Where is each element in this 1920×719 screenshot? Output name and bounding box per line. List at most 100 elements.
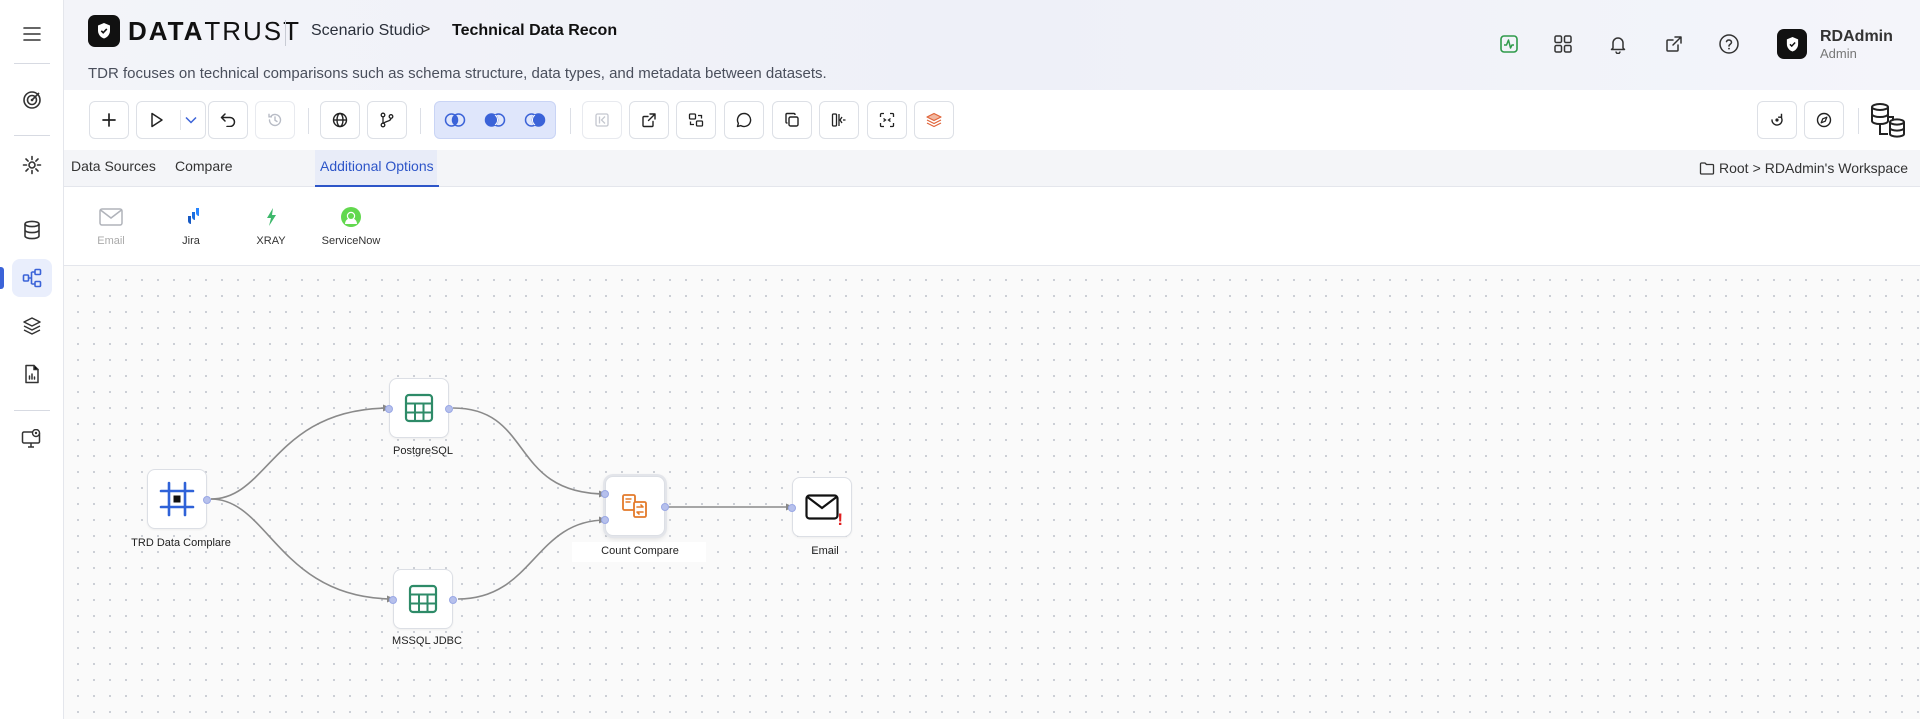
option-xray[interactable]: XRAY bbox=[241, 205, 301, 247]
option-label: Email bbox=[97, 235, 125, 247]
copy-button[interactable] bbox=[772, 101, 812, 139]
target-icon[interactable] bbox=[12, 81, 52, 119]
sidebar-divider bbox=[14, 410, 50, 411]
comment-button[interactable] bbox=[724, 101, 764, 139]
option-servicenow[interactable]: ServiceNow bbox=[321, 205, 381, 247]
brand-logo: DATATRUST bbox=[128, 16, 302, 46]
node-count-compare[interactable] bbox=[601, 476, 669, 536]
output-port[interactable] bbox=[445, 405, 453, 413]
node-label: Count Compare bbox=[601, 545, 679, 557]
left-sidebar bbox=[0, 0, 64, 719]
flow-canvas[interactable]: TRD Data Complare PostgreSQL MSSQL JDBC … bbox=[64, 266, 1920, 719]
app-header: DATATRUST Scenario Studio > Technical Da… bbox=[64, 0, 1920, 90]
node-mssql-jdbc[interactable] bbox=[389, 569, 457, 629]
input-port[interactable] bbox=[601, 516, 609, 524]
tab-compare[interactable]: Compare bbox=[175, 158, 233, 187]
page-description: TDR focuses on technical comparisons suc… bbox=[88, 65, 827, 82]
toolbar-divider bbox=[570, 108, 571, 134]
workspace-name[interactable]: RDAdmin's Workspace bbox=[1765, 160, 1908, 176]
edges-layer bbox=[210, 404, 794, 603]
compare-columns-button[interactable] bbox=[819, 101, 859, 139]
layers-stack-button[interactable] bbox=[914, 101, 954, 139]
compare-files-icon bbox=[622, 494, 647, 518]
option-label: Jira bbox=[182, 235, 200, 247]
undo-button[interactable] bbox=[208, 101, 248, 139]
input-port[interactable] bbox=[385, 405, 393, 413]
folder-icon bbox=[1699, 161, 1715, 175]
flow-icon[interactable] bbox=[0, 259, 52, 297]
help-icon[interactable] bbox=[1715, 30, 1743, 58]
right-join-icon[interactable] bbox=[521, 108, 549, 132]
history-button[interactable] bbox=[255, 101, 295, 139]
node-postgresql[interactable] bbox=[385, 378, 453, 438]
restore-button[interactable] bbox=[1757, 101, 1797, 139]
mail-icon bbox=[81, 205, 141, 229]
warning-badge: ! bbox=[837, 510, 843, 529]
join-type-group bbox=[434, 101, 556, 139]
first-page-button[interactable] bbox=[582, 101, 622, 139]
node-label: PostgreSQL bbox=[393, 445, 453, 457]
output-port[interactable] bbox=[661, 503, 669, 511]
table-icon bbox=[404, 393, 434, 423]
report-icon[interactable] bbox=[12, 355, 52, 393]
activity-icon[interactable] bbox=[1495, 30, 1523, 58]
header-divider bbox=[285, 20, 286, 46]
workspace-separator: > bbox=[1752, 160, 1761, 176]
tab-bar: Data Sources Compare Additional Options … bbox=[64, 150, 1920, 187]
add-button[interactable] bbox=[89, 101, 129, 139]
export-button[interactable] bbox=[629, 101, 669, 139]
settings-icon[interactable] bbox=[12, 146, 52, 184]
option-jira[interactable]: Jira bbox=[161, 205, 221, 247]
breadcrumb-scenario-studio[interactable]: Scenario Studio bbox=[311, 22, 424, 40]
monitor-icon[interactable] bbox=[12, 420, 52, 458]
menu-icon[interactable] bbox=[12, 15, 52, 53]
input-port[interactable] bbox=[788, 504, 796, 512]
shield-logo-icon bbox=[88, 15, 120, 47]
compass-button[interactable] bbox=[1804, 101, 1844, 139]
avatar[interactable] bbox=[1777, 29, 1807, 59]
jira-icon bbox=[161, 205, 221, 229]
table-icon bbox=[408, 584, 438, 614]
database-link-icon[interactable] bbox=[1866, 100, 1910, 142]
swap-button[interactable] bbox=[676, 101, 716, 139]
workspace-root[interactable]: Root bbox=[1719, 160, 1749, 176]
globe-button[interactable] bbox=[320, 101, 360, 139]
inner-join-icon[interactable] bbox=[441, 108, 469, 132]
page-title: Technical Data Recon bbox=[452, 22, 618, 39]
toolbar-divider bbox=[308, 108, 309, 134]
frame-icon bbox=[159, 481, 195, 517]
layers-icon[interactable] bbox=[12, 307, 52, 345]
input-port[interactable] bbox=[389, 596, 397, 604]
database-icon[interactable] bbox=[12, 211, 52, 249]
scan-button[interactable] bbox=[867, 101, 907, 139]
edge-postgresql-countcompare bbox=[452, 407, 607, 498]
xray-icon bbox=[241, 205, 301, 229]
edge-trd-postgresql bbox=[210, 404, 391, 500]
node-email[interactable]: ! bbox=[788, 477, 852, 537]
left-join-icon[interactable] bbox=[481, 108, 509, 132]
option-email[interactable]: Email bbox=[81, 205, 141, 247]
output-port[interactable] bbox=[203, 496, 211, 504]
mail-icon bbox=[805, 494, 839, 520]
node-label: Email bbox=[811, 545, 839, 557]
output-port[interactable] bbox=[449, 596, 457, 604]
node-label: TRD Data Complare bbox=[131, 537, 231, 549]
breadcrumb-separator: > bbox=[421, 21, 431, 38]
chevron-down-icon[interactable] bbox=[185, 116, 197, 124]
external-link-icon[interactable] bbox=[1660, 30, 1688, 58]
input-port[interactable] bbox=[601, 490, 609, 498]
option-label: ServiceNow bbox=[321, 235, 381, 247]
bell-icon[interactable] bbox=[1604, 30, 1632, 58]
tab-additional-options[interactable]: Additional Options bbox=[315, 158, 439, 187]
apps-grid-icon[interactable] bbox=[1549, 30, 1577, 58]
node-trd-data-compare[interactable] bbox=[147, 469, 211, 529]
sidebar-divider bbox=[14, 135, 50, 136]
run-button[interactable] bbox=[136, 101, 206, 139]
edge-trd-mssql bbox=[210, 498, 395, 603]
user-name[interactable]: RDAdmin bbox=[1820, 28, 1893, 46]
tab-data-sources[interactable]: Data Sources bbox=[71, 158, 156, 187]
node-label: MSSQL JDBC bbox=[392, 635, 462, 647]
branch-button[interactable] bbox=[367, 101, 407, 139]
sidebar-divider bbox=[14, 63, 50, 64]
workspace-breadcrumb[interactable]: Root > RDAdmin's Workspace bbox=[1699, 160, 1908, 176]
